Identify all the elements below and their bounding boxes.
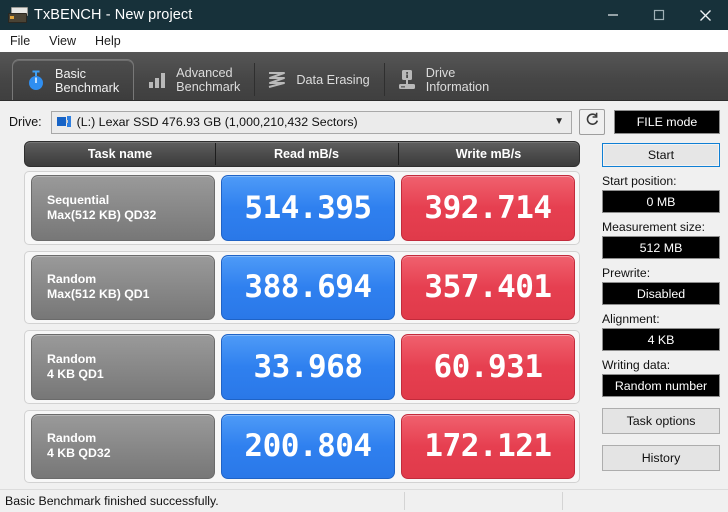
task-name: Sequential Max(512 KB) QD32 bbox=[47, 192, 157, 222]
tab-label: Drive Information bbox=[425, 66, 490, 94]
writing-data-label: Writing data: bbox=[602, 358, 671, 372]
write-value: 60.931 bbox=[401, 334, 575, 400]
menu-item-view[interactable]: View bbox=[40, 32, 85, 50]
table-row[interactable]: Random Max(512 KB) QD1 388.694 357.401 bbox=[24, 250, 580, 324]
status-bar: Basic Benchmark finished successfully. bbox=[0, 489, 728, 512]
window-title: TxBENCH - New project bbox=[34, 7, 193, 23]
window-controls bbox=[590, 0, 728, 30]
tab-label: Advanced Benchmark bbox=[176, 66, 241, 94]
history-button[interactable]: History bbox=[602, 445, 720, 471]
drive-select-value: (L:) Lexar SSD 476.93 GB (1,000,210,432 … bbox=[76, 115, 358, 129]
bar-chart-icon bbox=[145, 67, 169, 93]
write-value: 357.401 bbox=[401, 254, 575, 320]
title-bar: TxBENCH - New project bbox=[0, 0, 728, 30]
read-value: 200.804 bbox=[221, 413, 395, 479]
status-divider bbox=[404, 492, 405, 510]
read-value: 388.694 bbox=[221, 254, 395, 320]
tab-label: Data Erasing bbox=[296, 73, 370, 87]
refresh-button[interactable] bbox=[579, 109, 605, 135]
table-row[interactable]: Random 4 KB QD1 33.968 60.931 bbox=[24, 330, 580, 404]
task-cell: Random 4 KB QD32 bbox=[31, 413, 215, 479]
start-position-field[interactable]: 0 MB bbox=[602, 190, 720, 213]
table-rows: Sequential Max(512 KB) QD32 514.395 392.… bbox=[24, 167, 580, 489]
drive-info-icon bbox=[395, 67, 419, 93]
close-icon[interactable] bbox=[682, 0, 728, 30]
task-cell: Random Max(512 KB) QD1 bbox=[31, 254, 215, 320]
task-name: Random Max(512 KB) QD1 bbox=[47, 272, 150, 302]
column-header-read: Read mB/s bbox=[215, 142, 398, 166]
read-value: 514.395 bbox=[221, 175, 395, 241]
drive-selector-row: Drive: (L:) Lexar SSD 476.93 GB (1,000,2… bbox=[0, 101, 728, 139]
table-row[interactable]: Random 4 KB QD32 200.804 172.121 bbox=[24, 409, 580, 483]
benchmark-table: Task name Read mB/s Write mB/s Sequentia… bbox=[0, 139, 602, 489]
main-body: Task name Read mB/s Write mB/s Sequentia… bbox=[0, 139, 728, 489]
column-header-task-name: Task name bbox=[87, 147, 153, 161]
prewrite-field[interactable]: Disabled bbox=[602, 282, 720, 305]
tab-label: Basic Benchmark bbox=[55, 66, 120, 95]
tab-basic-benchmark[interactable]: Basic Benchmark bbox=[12, 59, 135, 101]
writing-data-field[interactable]: Random number bbox=[602, 374, 720, 397]
write-value: 392.714 bbox=[401, 175, 575, 241]
app-drive-icon bbox=[8, 6, 28, 24]
menu-item-help[interactable]: Help bbox=[86, 32, 130, 50]
start-position-label: Start position: bbox=[602, 174, 677, 188]
menu-item-file[interactable]: File bbox=[1, 32, 39, 50]
column-header-write: Write mB/s bbox=[398, 142, 579, 166]
drive-label: Drive: bbox=[9, 115, 42, 129]
maximize-icon[interactable] bbox=[636, 0, 682, 30]
measurement-size-field[interactable]: 512 MB bbox=[602, 236, 720, 259]
alignment-field[interactable]: 4 KB bbox=[602, 328, 720, 351]
start-button[interactable]: Start bbox=[602, 143, 720, 167]
measurement-size-label: Measurement size: bbox=[602, 220, 705, 234]
tab-strip: Basic Benchmark Advanced Benchmark Data … bbox=[0, 52, 728, 101]
read-value: 33.968 bbox=[221, 334, 395, 400]
task-options-button[interactable]: Task options bbox=[602, 408, 720, 434]
table-row[interactable]: Sequential Max(512 KB) QD32 514.395 392.… bbox=[24, 171, 580, 245]
table-header: Task name Read mB/s Write mB/s bbox=[24, 141, 580, 167]
drive-select[interactable]: (L:) Lexar SSD 476.93 GB (1,000,210,432 … bbox=[50, 110, 572, 134]
shred-icon bbox=[265, 67, 289, 93]
refresh-icon bbox=[585, 112, 600, 132]
task-name: Random 4 KB QD32 bbox=[47, 431, 111, 461]
task-name: Random 4 KB QD1 bbox=[47, 351, 104, 381]
write-value: 172.121 bbox=[401, 413, 575, 479]
task-cell: Random 4 KB QD1 bbox=[31, 334, 215, 400]
task-cell: Sequential Max(512 KB) QD32 bbox=[31, 175, 215, 241]
menu-bar: File View Help bbox=[0, 30, 728, 52]
file-mode-button[interactable]: FILE mode bbox=[614, 110, 720, 134]
tab-drive-information[interactable]: Drive Information bbox=[383, 59, 503, 101]
chevron-down-icon: ▼ bbox=[554, 116, 564, 127]
prewrite-label: Prewrite: bbox=[602, 266, 651, 280]
options-panel: Start Start position: 0 MB Measurement s… bbox=[602, 139, 728, 489]
tab-advanced-benchmark[interactable]: Advanced Benchmark bbox=[134, 59, 254, 101]
stopwatch-icon bbox=[24, 68, 48, 94]
drive-small-icon bbox=[56, 116, 72, 128]
alignment-label: Alignment: bbox=[602, 312, 660, 326]
txbench-window: TxBENCH - New project File View Help Bas… bbox=[0, 0, 728, 512]
status-message: Basic Benchmark finished successfully. bbox=[5, 494, 219, 508]
status-divider bbox=[562, 492, 563, 510]
minimize-icon[interactable] bbox=[590, 0, 636, 30]
tab-data-erasing[interactable]: Data Erasing bbox=[254, 59, 383, 101]
